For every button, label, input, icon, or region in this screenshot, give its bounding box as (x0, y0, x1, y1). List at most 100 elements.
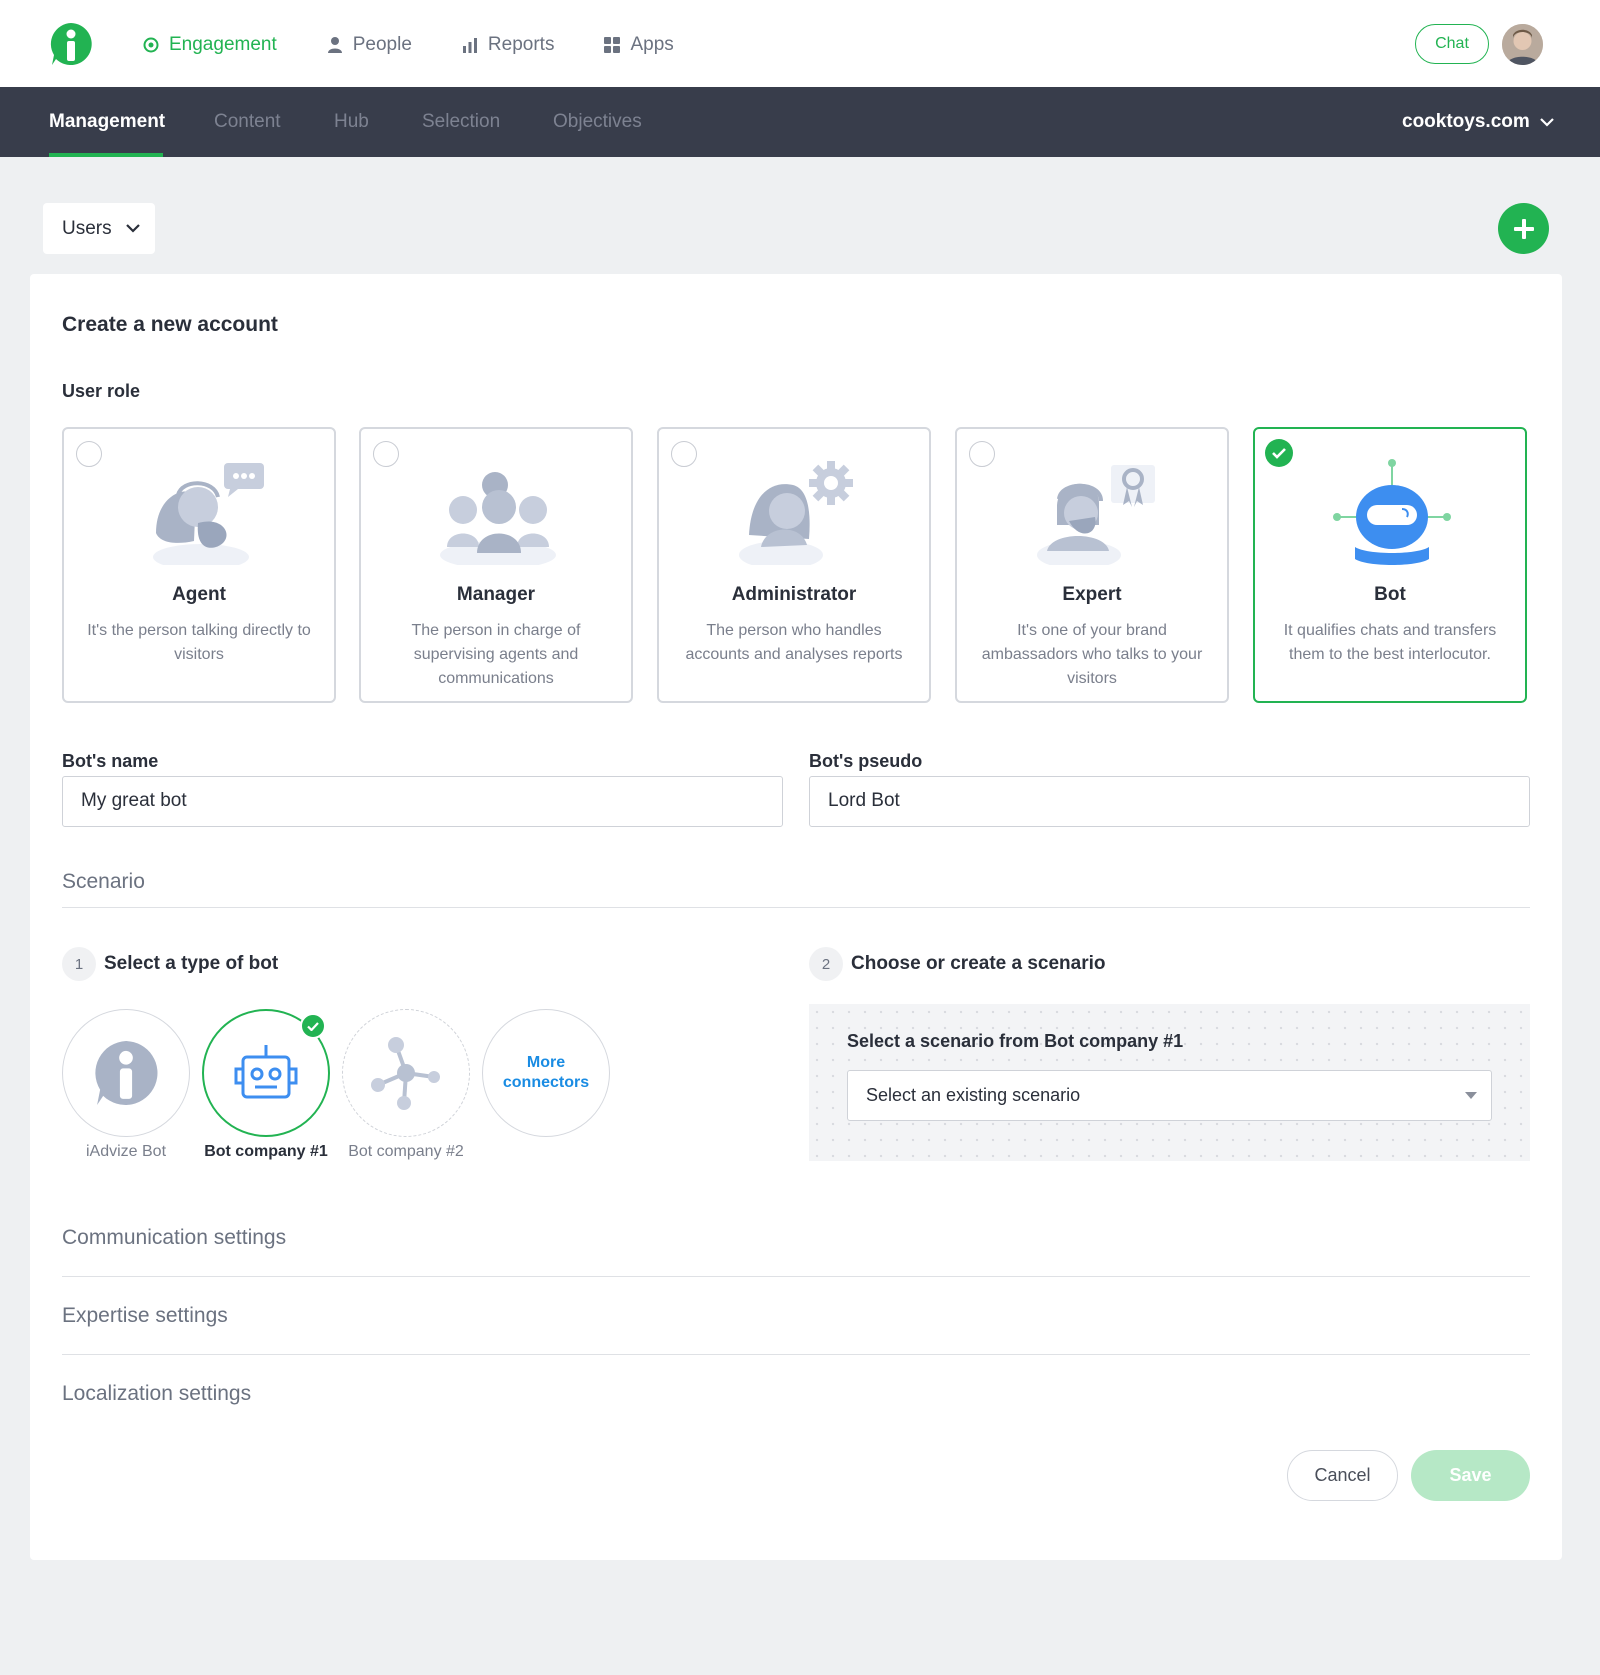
bot-type-circle[interactable] (62, 1009, 190, 1137)
bot-type-circle[interactable]: More connectors (482, 1009, 610, 1137)
role-radio[interactable] (969, 441, 995, 467)
tab-content[interactable]: Content (214, 111, 281, 133)
role-name: Manager (456, 584, 536, 605)
bot-type-circle[interactable] (202, 1009, 330, 1137)
role-description: It's the person talking directly to visi… (87, 622, 311, 663)
role-card-agent[interactable]: Agent It's the person talking directly t… (62, 427, 336, 703)
role-description: It qualifies chats and transfers them to… (1283, 622, 1497, 663)
localization-settings-section[interactable]: Localization settings (62, 1382, 251, 1406)
nav-reports[interactable]: Reports (462, 32, 555, 58)
main-nav: Engagement People Reports Apps (143, 32, 724, 58)
step-label: Select a type of bot (104, 953, 279, 974)
nav-reports-label: Reports (487, 34, 555, 55)
nav-people-label: People (352, 34, 412, 55)
manager-icon (440, 472, 556, 565)
more-connectors-button[interactable]: More connectors (482, 1009, 610, 1137)
selected-check-icon (1265, 439, 1293, 467)
step-select-bot-type: 1 Select a type of bot (62, 947, 278, 981)
engagement-icon (143, 37, 159, 53)
bot-icon (1333, 459, 1451, 565)
divider (62, 1354, 1530, 1355)
scenario-select-label: Select a scenario from Bot company #1 (847, 1031, 1184, 1051)
step-number: 1 (62, 947, 96, 981)
iadvize-logo[interactable] (48, 21, 94, 67)
nav-engagement-label: Engagement (169, 34, 277, 55)
scenario-panel: Select a scenario from Bot company #1 Se… (809, 1004, 1530, 1161)
avatar[interactable] (1502, 24, 1543, 65)
tab-selection[interactable]: Selection (422, 111, 500, 133)
chat-button[interactable]: Chat (1415, 24, 1489, 64)
iadvize-bot-icon (95, 1041, 158, 1105)
bot-type-circle[interactable] (342, 1009, 470, 1137)
nav-engagement[interactable]: Engagement (143, 32, 277, 58)
caret-down-icon (1465, 1092, 1477, 1099)
bar-chart-icon (462, 38, 477, 53)
administrator-icon (739, 461, 853, 565)
bot-type-label: Bot company #1 (204, 1143, 328, 1160)
bot-pseudo-input[interactable]: Lord Bot (809, 776, 1530, 827)
communication-settings-section[interactable]: Communication settings (62, 1226, 286, 1250)
robot-icon (234, 1045, 298, 1099)
chevron-down-icon (125, 224, 140, 233)
bot-type-label: Bot company #2 (348, 1143, 464, 1160)
expert-icon (1037, 465, 1155, 565)
role-card-bot[interactable]: Bot It qualifies chats and transfers the… (1253, 427, 1527, 703)
active-tab-indicator (49, 153, 163, 157)
person-icon (327, 37, 342, 53)
role-card-expert[interactable]: Expert It's one of your brand ambassador… (955, 427, 1229, 703)
role-radio[interactable] (671, 441, 697, 467)
nav-apps[interactable]: Apps (604, 32, 674, 58)
more-connectors-label: More connectors (502, 1054, 590, 1091)
role-name: Agent (172, 584, 226, 605)
molecule-icon (371, 1037, 440, 1110)
step-choose-scenario: 2 Choose or create a scenario (809, 947, 1106, 981)
step-number: 2 (809, 947, 843, 981)
role-radio[interactable] (76, 441, 102, 467)
user-role-label: User role (62, 381, 141, 401)
create-account-card: Create a new account User role Agent It'… (30, 274, 1562, 1560)
role-description: It's one of your brand ambassadors who t… (981, 622, 1203, 687)
add-user-button[interactable] (1498, 203, 1549, 254)
nav-people[interactable]: People (327, 32, 412, 58)
domain-selector[interactable]: cooktoys.com (1402, 111, 1554, 133)
role-radio[interactable] (373, 441, 399, 467)
role-card-manager[interactable]: Manager The person in charge of supervis… (359, 427, 633, 703)
tab-objectives[interactable]: Objectives (553, 111, 642, 133)
selected-check-icon (300, 1013, 326, 1039)
tab-hub[interactable]: Hub (334, 111, 369, 133)
role-name: Bot (1374, 584, 1406, 605)
page-title: Create a new account (62, 313, 278, 336)
role-name: Expert (1062, 584, 1122, 605)
top-bar: Engagement People Reports Apps Chat (0, 0, 1600, 87)
bot-name-label: Bot's name (62, 751, 159, 771)
save-button[interactable]: Save (1411, 1450, 1530, 1501)
scenario-select-value: Select an existing scenario (866, 1085, 1081, 1105)
role-name: Administrator (731, 584, 857, 605)
cancel-button[interactable]: Cancel (1287, 1450, 1398, 1501)
avatar-image (1502, 24, 1543, 65)
section-nav: Management Content Hub Selection Objecti… (0, 87, 1600, 157)
grid-icon (604, 37, 621, 53)
users-dropdown-label: Users (62, 217, 112, 239)
agent-icon (153, 463, 264, 565)
scenario-select[interactable]: Select an existing scenario (847, 1070, 1492, 1121)
bot-type-company-1[interactable]: Bot company #1 (202, 1009, 330, 1161)
bot-type-label: iAdvize Bot (85, 1143, 167, 1160)
bot-pseudo-label: Bot's pseudo (809, 751, 923, 771)
nav-apps-label: Apps (630, 34, 674, 55)
divider (62, 907, 1530, 908)
bot-type-iadvize[interactable]: iAdvize Bot (62, 1009, 190, 1161)
role-description: The person in charge of supervising agen… (411, 622, 581, 687)
tab-management[interactable]: Management (49, 111, 165, 133)
chevron-down-icon (1539, 117, 1554, 127)
expertise-settings-section[interactable]: Expertise settings (62, 1304, 228, 1328)
role-card-administrator[interactable]: Administrator The person who handles acc… (657, 427, 931, 703)
role-description: The person who handles accounts and anal… (685, 622, 903, 663)
bot-type-company-2[interactable]: Bot company #2 (342, 1009, 470, 1161)
bot-name-input[interactable]: My great bot (62, 776, 783, 827)
users-dropdown[interactable]: Users (43, 203, 155, 254)
divider (62, 1276, 1530, 1277)
scenario-heading: Scenario (62, 870, 145, 893)
domain-label: cooktoys.com (1402, 111, 1530, 132)
step-label: Choose or create a scenario (851, 953, 1106, 974)
